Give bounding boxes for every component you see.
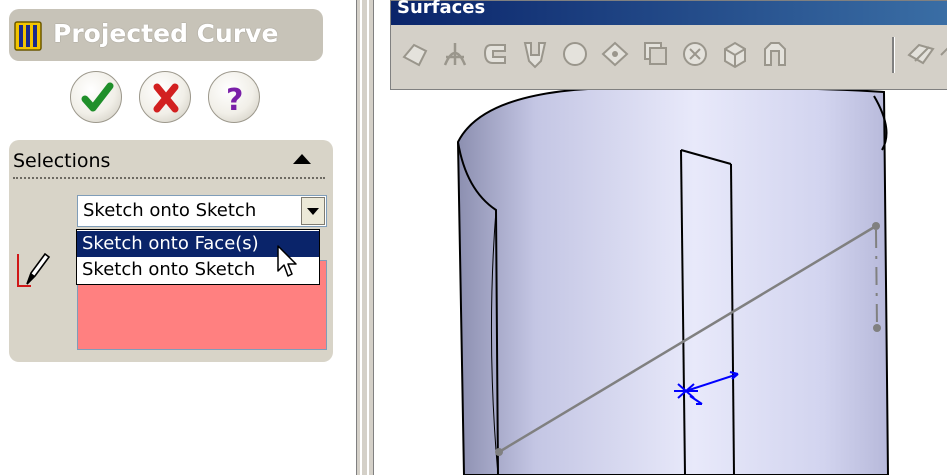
radiate-surface-icon[interactable] bbox=[761, 39, 789, 69]
sketch-endpoint-bottom bbox=[873, 324, 881, 332]
projection-type-value: Sketch onto Sketch bbox=[83, 200, 257, 221]
question-icon: ? bbox=[226, 83, 243, 118]
lofted-surface-icon[interactable] bbox=[521, 39, 549, 69]
planar-surface-icon[interactable] bbox=[601, 39, 629, 69]
toolbar-separator bbox=[892, 37, 895, 73]
property-manager: Projected Curve ? Selections Sketch onto… bbox=[0, 0, 356, 475]
swept-surface-icon[interactable] bbox=[481, 39, 509, 69]
collapse-arrow-icon[interactable] bbox=[293, 154, 311, 164]
sketch-pencil-icon bbox=[17, 252, 51, 287]
panel-splitter[interactable] bbox=[356, 0, 374, 475]
sketch-endpoint-left bbox=[495, 448, 503, 456]
cancel-button[interactable] bbox=[139, 71, 191, 123]
help-button[interactable]: ? bbox=[208, 71, 260, 123]
fill-surface-icon[interactable] bbox=[721, 39, 749, 69]
projection-type-select[interactable]: Sketch onto Sketch bbox=[77, 195, 327, 227]
revolved-surface-icon[interactable] bbox=[441, 39, 469, 69]
sketch-endpoint-right bbox=[872, 222, 880, 230]
divider bbox=[13, 177, 325, 179]
ruled-surface-icon[interactable] bbox=[681, 39, 709, 69]
mouse-cursor-icon bbox=[277, 245, 297, 277]
knit-surface-icon[interactable] bbox=[939, 39, 947, 69]
svg-text:?: ? bbox=[226, 83, 243, 118]
sketch-centerline bbox=[875, 229, 878, 329]
projected-curve-icon bbox=[14, 21, 42, 51]
boundary-surface-icon[interactable] bbox=[561, 39, 589, 69]
extruded-surface-icon[interactable] bbox=[401, 39, 429, 69]
x-icon bbox=[153, 83, 179, 113]
offset-surface-icon[interactable] bbox=[641, 39, 669, 69]
selections-header: Selections bbox=[13, 150, 111, 172]
graphics-area[interactable]: Surfaces bbox=[374, 0, 947, 475]
cylinder-surface bbox=[456, 86, 890, 475]
toolbar-title: Surfaces bbox=[397, 0, 486, 18]
feature-title-bar: Projected Curve bbox=[9, 9, 323, 61]
delete-face-icon[interactable] bbox=[907, 39, 935, 69]
surfaces-toolbar: Surfaces bbox=[390, 0, 947, 90]
checkmark-icon bbox=[81, 82, 114, 112]
dropdown-arrow-button[interactable] bbox=[301, 197, 325, 225]
feature-title: Projected Curve bbox=[53, 19, 279, 48]
ok-button[interactable] bbox=[70, 71, 122, 123]
toolbar-title-bar[interactable]: Surfaces bbox=[391, 0, 947, 25]
